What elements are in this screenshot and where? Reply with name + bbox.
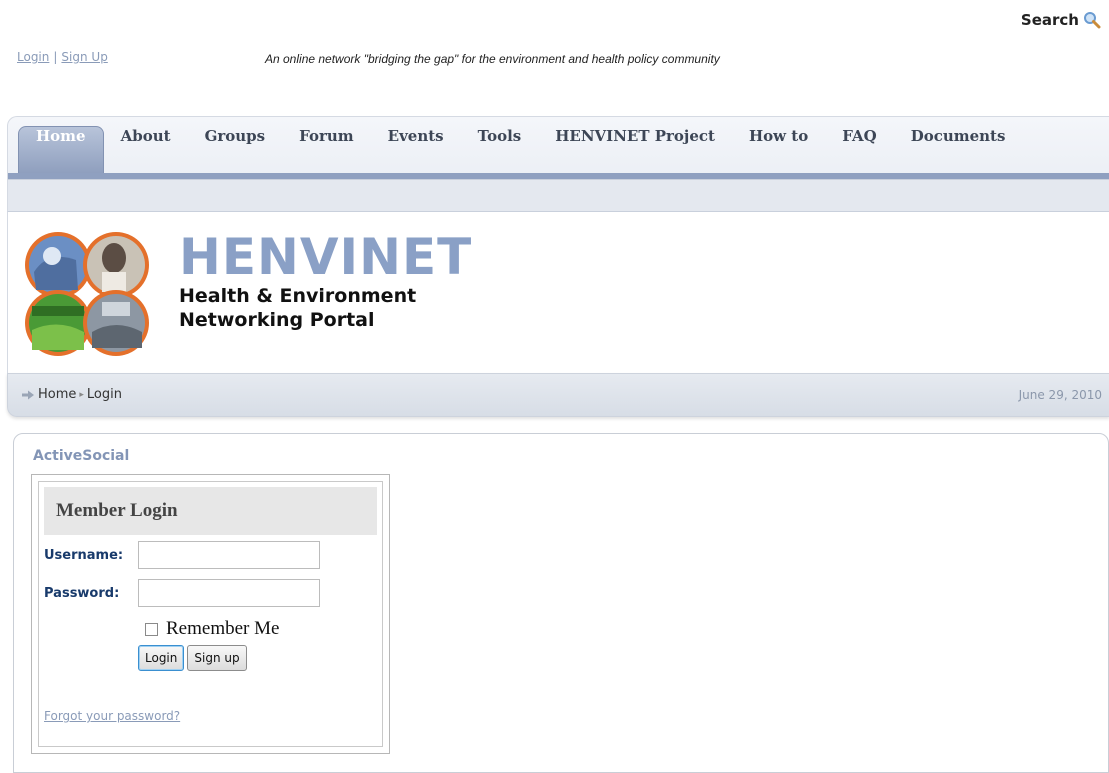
main-navigation: Home About Groups Forum Events Tools HEN… [7,116,1109,212]
link-separator: | [53,50,58,64]
subnav-bar [8,179,1109,212]
tab-about[interactable]: About [104,127,188,173]
tab-groups[interactable]: Groups [188,127,283,173]
remember-me-label: Remember Me [166,618,280,639]
clover-logo-icon [25,232,149,356]
login-header: Member Login [44,487,377,535]
username-field[interactable] [138,541,320,569]
arrow-right-icon [22,390,34,399]
brand-subtitle-line2: Networking Portal [179,309,375,331]
breadcrumb-bar: Home ▸ Login June 29, 2010 [7,373,1109,417]
brand-name: HENVINET [179,228,473,286]
tab-documents[interactable]: Documents [894,127,1023,173]
member-login-box: Member Login Username: Password: Remembe… [31,474,390,754]
search-button[interactable]: Search [1021,11,1101,29]
current-date: June 29, 2010 [1018,388,1102,402]
username-label: Username: [44,548,124,563]
login-buttons: Login Sign up [138,645,247,671]
nav-tabs: Home About Groups Forum Events Tools HEN… [18,126,1023,173]
brand-subtitle-line1: Health & Environment [179,285,417,307]
signup-button[interactable]: Sign up [187,645,247,671]
login-link[interactable]: Login [17,50,49,64]
tab-forum[interactable]: Forum [282,127,371,173]
tab-tools[interactable]: Tools [461,127,539,173]
password-field[interactable] [138,579,320,607]
search-label: Search [1020,11,1079,29]
site-tagline: An online network "bridging the gap" for… [265,52,720,66]
content-panel: ActiveSocial Member Login Username: Pass… [13,433,1109,773]
brand-block: HENVINET Health & Environment Networking… [179,230,472,332]
remember-me-checkbox[interactable] [145,622,158,636]
search-icon [1084,12,1101,29]
login-heading: Member Login [56,500,178,521]
signup-link[interactable]: Sign Up [61,50,107,64]
breadcrumb-current: Login [86,387,122,402]
tab-how-to[interactable]: How to [732,127,825,173]
account-links: Login | Sign Up [17,50,108,64]
tab-home[interactable]: Home [18,126,104,173]
section-title: ActiveSocial [33,448,130,464]
remember-me: Remember Me [145,618,279,640]
login-form: Member Login Username: Password: Remembe… [38,481,383,747]
tab-henvinet-project[interactable]: HENVINET Project [538,127,732,173]
breadcrumb-separator-icon: ▸ [79,389,84,400]
breadcrumb-home[interactable]: Home [38,387,76,402]
tab-faq[interactable]: FAQ [825,127,893,173]
login-button[interactable]: Login [138,645,185,671]
breadcrumb: Home ▸ Login [21,387,122,402]
forgot-password-link[interactable]: Forgot your password? [44,709,180,723]
password-label: Password: [44,586,120,601]
tab-events[interactable]: Events [371,127,461,173]
site-header: HENVINET Health & Environment Networking… [7,211,1109,374]
